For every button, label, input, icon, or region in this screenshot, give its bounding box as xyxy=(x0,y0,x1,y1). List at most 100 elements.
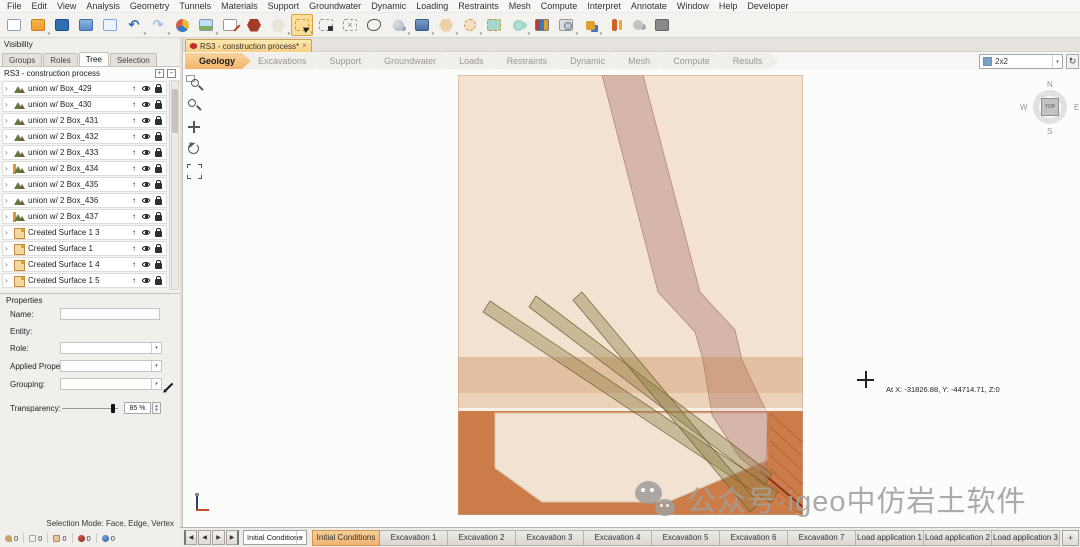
visibility-eye-icon[interactable] xyxy=(140,162,152,175)
tree-row[interactable]: union w/ 2 Box_435 xyxy=(2,177,167,192)
printer3d-button[interactable] xyxy=(651,14,673,36)
stage-tab-excavation-2[interactable]: Excavation 2 xyxy=(448,530,516,546)
transparency-spinner[interactable] xyxy=(152,402,161,414)
dropdown-caret-icon[interactable] xyxy=(287,31,290,37)
save-button[interactable] xyxy=(51,14,73,36)
fullscreen-button[interactable] xyxy=(186,163,203,180)
move-up-icon[interactable] xyxy=(128,210,140,223)
previous-stage-button[interactable] xyxy=(198,530,211,545)
expand-chevron-icon[interactable] xyxy=(5,277,13,285)
tree-row[interactable]: Created Surface 1 xyxy=(2,241,167,256)
expand-chevron-icon[interactable] xyxy=(5,229,13,237)
lock-icon[interactable] xyxy=(152,242,164,255)
stage-tab-load-application-2[interactable]: Load application 2 xyxy=(924,530,992,546)
dropdown-caret-icon[interactable] xyxy=(599,31,602,37)
add-stage-button[interactable]: + xyxy=(1062,530,1079,546)
camera-button[interactable] xyxy=(555,14,577,36)
menu-groundwater[interactable]: Groundwater xyxy=(304,1,366,11)
lock-icon[interactable] xyxy=(152,98,164,111)
box-button[interactable] xyxy=(267,14,289,36)
expand-chevron-icon[interactable] xyxy=(5,85,13,93)
visibility-eye-icon[interactable] xyxy=(140,98,152,111)
lock-icon[interactable] xyxy=(152,146,164,159)
visibility-eye-icon[interactable] xyxy=(140,210,152,223)
lock-icon[interactable] xyxy=(152,130,164,143)
lock-icon[interactable] xyxy=(152,258,164,271)
scrollbar-thumb[interactable] xyxy=(172,89,178,133)
tree-row[interactable]: Created Surface 1 5 xyxy=(2,273,167,288)
union-button[interactable] xyxy=(483,14,505,36)
shelf-button[interactable] xyxy=(531,14,553,36)
workflow-tab-compute[interactable]: Compute xyxy=(659,53,726,69)
tree-row[interactable]: union w/ Box_430 xyxy=(2,97,167,112)
stage-tab-excavation-4[interactable]: Excavation 4 xyxy=(584,530,652,546)
applied-property-select[interactable] xyxy=(60,360,162,372)
stage-tab-excavation-7[interactable]: Excavation 7 xyxy=(788,530,856,546)
visibility-eye-icon[interactable] xyxy=(140,114,152,127)
expand-chevron-icon[interactable] xyxy=(5,213,13,221)
move-up-icon[interactable] xyxy=(128,130,140,143)
dropdown-caret-icon[interactable] xyxy=(527,31,530,37)
expand-chevron-icon[interactable] xyxy=(5,117,13,125)
expand-chevron-icon[interactable] xyxy=(5,261,13,269)
tree-row[interactable]: union w/ 2 Box_436 xyxy=(2,193,167,208)
lock-icon[interactable] xyxy=(152,82,164,95)
chevron-down-icon[interactable] xyxy=(1052,55,1062,68)
menu-tunnels[interactable]: Tunnels xyxy=(174,1,216,11)
workflow-tab-groundwater[interactable]: Groundwater xyxy=(370,53,452,69)
expand-all-button[interactable] xyxy=(155,69,164,78)
workflow-tab-geology[interactable]: Geology xyxy=(185,53,251,69)
expand-chevron-icon[interactable] xyxy=(5,197,13,205)
apply-button[interactable] xyxy=(411,14,433,36)
cubes-button[interactable] xyxy=(579,14,601,36)
compass-north[interactable]: N xyxy=(1047,80,1053,89)
circlight-button[interactable] xyxy=(459,14,481,36)
stage-tab-excavation-3[interactable]: Excavation 3 xyxy=(516,530,584,546)
sidebar-tab-tree[interactable]: Tree xyxy=(79,52,109,66)
tree-row[interactable]: Created Surface 1 3 xyxy=(2,225,167,240)
tree-scrollbar[interactable] xyxy=(171,80,179,290)
chevron-down-icon[interactable] xyxy=(151,379,161,389)
expand-chevron-icon[interactable] xyxy=(5,101,13,109)
visibility-eye-icon[interactable] xyxy=(140,258,152,271)
refresh-views-button[interactable] xyxy=(1066,54,1079,69)
sellock-button[interactable] xyxy=(315,14,337,36)
redo-button[interactable] xyxy=(147,14,169,36)
view-layout-select[interactable]: 2x2 xyxy=(979,54,1063,69)
menu-materials[interactable]: Materials xyxy=(216,1,263,11)
inter-button[interactable] xyxy=(507,14,529,36)
next-stage-button[interactable] xyxy=(212,530,225,545)
compass-west[interactable]: W xyxy=(1020,103,1028,112)
compass-top-face[interactable]: TOP xyxy=(1041,98,1059,116)
menu-help[interactable]: Help xyxy=(714,1,743,11)
lock-icon[interactable] xyxy=(152,226,164,239)
tree-row[interactable]: union w/ 2 Box_431 xyxy=(2,113,167,128)
stage-select[interactable]: Initial Conditions xyxy=(243,530,307,545)
visibility-eye-icon[interactable] xyxy=(140,194,152,207)
tree-row[interactable]: union w/ 2 Box_432 xyxy=(2,129,167,144)
collapse-all-button[interactable] xyxy=(167,69,176,78)
menu-edit[interactable]: Edit xyxy=(27,1,53,11)
expand-chevron-icon[interactable] xyxy=(5,165,13,173)
menu-interpret[interactable]: Interpret xyxy=(582,1,626,11)
menu-developer[interactable]: Developer xyxy=(742,1,793,11)
menu-analysis[interactable]: Analysis xyxy=(81,1,125,11)
visibility-eye-icon[interactable] xyxy=(140,178,152,191)
expand-chevron-icon[interactable] xyxy=(5,245,13,253)
lock-icon[interactable] xyxy=(152,194,164,207)
zoom-extents-button[interactable] xyxy=(186,75,203,92)
transparency-slider[interactable] xyxy=(62,408,118,409)
dropdown-caret-icon[interactable] xyxy=(407,31,410,37)
lock-icon[interactable] xyxy=(152,274,164,287)
dropdown-caret-icon[interactable] xyxy=(575,31,578,37)
chevron-down-icon[interactable] xyxy=(151,343,161,353)
lock-icon[interactable] xyxy=(152,114,164,127)
spheres-button[interactable] xyxy=(387,14,409,36)
last-stage-button[interactable] xyxy=(226,530,239,545)
compass-east[interactable]: E xyxy=(1074,103,1079,112)
tree-row[interactable]: union w/ Box_429 xyxy=(2,81,167,96)
visibility-eye-icon[interactable] xyxy=(140,274,152,287)
tree-row[interactable]: union w/ 2 Box_437 xyxy=(2,209,167,224)
lock-icon[interactable] xyxy=(152,210,164,223)
dropdown-caret-icon[interactable] xyxy=(143,31,146,37)
